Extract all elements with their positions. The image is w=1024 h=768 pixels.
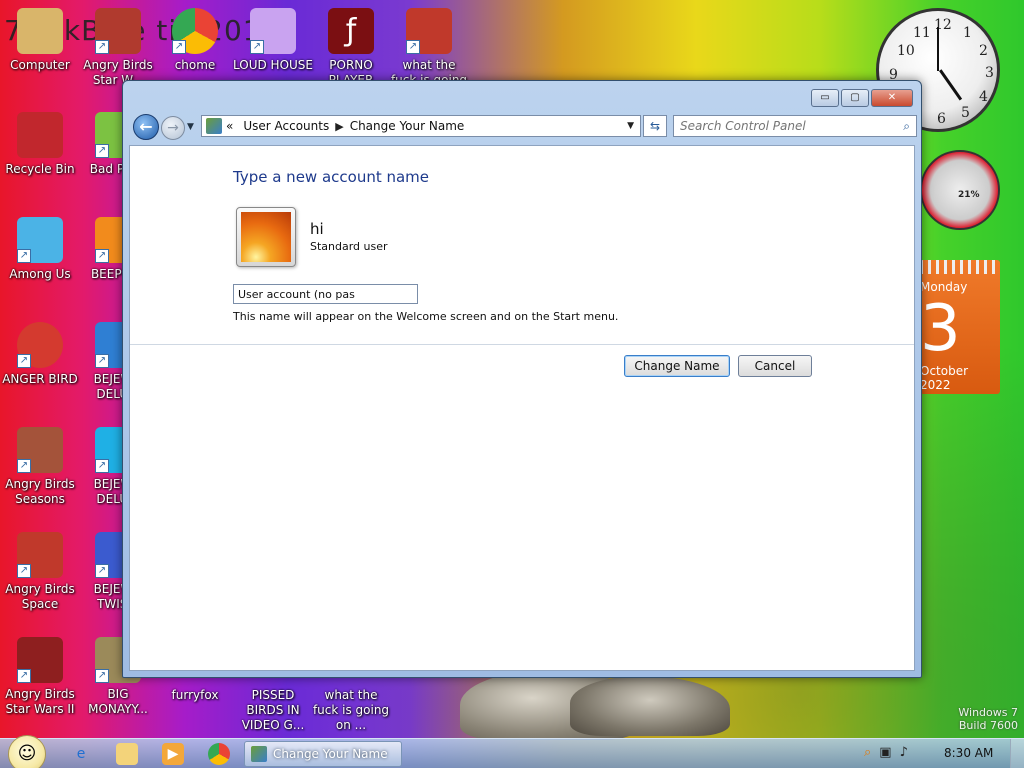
- start-button[interactable]: ☺: [8, 735, 46, 768]
- breadcrumb-separator-icon[interactable]: ▶: [335, 120, 343, 133]
- back-button[interactable]: ←: [133, 114, 159, 140]
- flash-player-icon: ƒ: [328, 8, 374, 54]
- angry-birds-space-icon: ↗: [17, 532, 63, 578]
- windows-version-watermark: Windows 7 Build 7600: [958, 706, 1018, 732]
- among-us-icon: ↗: [17, 217, 63, 263]
- breadcrumb-change-your-name[interactable]: Change Your Name: [350, 119, 465, 133]
- desktop-icon-recycle-bin[interactable]: Recycle Bin: [0, 112, 80, 177]
- volume-icon[interactable]: ♪: [900, 745, 908, 760]
- new-name-input[interactable]: [233, 284, 418, 304]
- navigation-bar: ← → ▼ « User Accounts ▶ Change Your Name…: [129, 113, 917, 140]
- desktop-icon-angry-birds-space[interactable]: ↗ Angry Birds Space: [0, 532, 80, 612]
- angry-birds-star-wars-icon: ↗: [95, 8, 141, 54]
- show-desktop-button[interactable]: [1010, 739, 1024, 768]
- computer-icon: [17, 8, 63, 54]
- search-icon[interactable]: ⌕: [903, 119, 910, 134]
- arrow-right-icon: →: [167, 120, 179, 136]
- clock-hour-hand: [939, 69, 963, 101]
- name-hint: This name will appear on the Welcome scr…: [233, 310, 619, 323]
- smiley-icon: ☺: [17, 743, 37, 764]
- desktop-icon-angry-birds-seasons[interactable]: ↗ Angry Birds Seasons: [0, 427, 80, 507]
- loud-house-icon: ↗: [250, 8, 296, 54]
- angry-birds-seasons-icon: ↗: [17, 427, 63, 473]
- content-pane: Type a new account name hi Standard user…: [129, 145, 915, 671]
- taskbar-item-change-your-name[interactable]: Change Your Name: [244, 741, 402, 767]
- divider: [130, 344, 914, 345]
- media-player-icon[interactable]: ▶: [162, 743, 184, 765]
- internet-explorer-icon[interactable]: e: [70, 743, 92, 765]
- refresh-icon: ⇆: [649, 119, 661, 133]
- refresh-button[interactable]: ⇆: [643, 115, 667, 137]
- forward-button[interactable]: →: [161, 116, 185, 140]
- cpu-meter-gadget[interactable]: 21%: [920, 150, 1000, 230]
- taskbar: ☺ e ▶ Change Your Name ⌕ ▣ ♪ 8:30 AM: [0, 735, 1024, 768]
- control-panel-window[interactable]: ▭ ▢ ✕ ← → ▼ « User Accounts ▶ Change You…: [122, 80, 922, 678]
- cancel-button[interactable]: Cancel: [738, 355, 812, 377]
- clock-minute-hand: [937, 27, 939, 71]
- clock-time[interactable]: 8:30 AM: [944, 746, 993, 760]
- desktop-icon-loud-house[interactable]: ↗ LOUD HOUSE: [233, 8, 313, 73]
- desktop-icon-pissed-birds[interactable]: PISSED BIRDS IN VIDEO G...: [233, 688, 313, 733]
- angry-birds-space-icon: ↗: [406, 8, 452, 54]
- address-bar[interactable]: « User Accounts ▶ Change Your Name ▼: [201, 115, 641, 137]
- close-button[interactable]: ✕: [871, 89, 913, 107]
- user-avatar: [236, 207, 296, 267]
- control-panel-icon: [251, 746, 267, 762]
- desktop-icon-among-us[interactable]: ↗ Among Us: [0, 217, 80, 282]
- control-panel-icon: [206, 118, 222, 134]
- search-box[interactable]: ⌕: [673, 115, 917, 137]
- desktop-icon-computer[interactable]: Computer: [0, 8, 80, 73]
- recycle-bin-icon: [17, 112, 63, 158]
- search-input[interactable]: [674, 116, 884, 136]
- desktop-icon-porno-player[interactable]: ƒ PORNO PLAYER: [311, 8, 391, 88]
- user-name: hi: [310, 220, 324, 238]
- desktop-icon-chome[interactable]: ↗ chome: [155, 8, 235, 73]
- search-tray-icon[interactable]: ⌕: [864, 745, 871, 760]
- desktop-icon-what-the-fuck-2[interactable]: what the fuck is going on ...: [311, 688, 391, 733]
- history-dropdown-icon[interactable]: ▼: [187, 122, 194, 132]
- flower-picture-icon: [241, 212, 291, 262]
- desktop-icon-anger-bird[interactable]: ↗ ANGER BIRD: [0, 322, 80, 387]
- desktop-icon-furryfox[interactable]: furryfox: [155, 688, 235, 703]
- user-type: Standard user: [310, 240, 388, 253]
- desktop-icon-angry-birds-star-wars-ii[interactable]: ↗ Angry Birds Star Wars II: [0, 637, 80, 717]
- change-name-button[interactable]: Change Name: [624, 355, 730, 377]
- breadcrumb-user-accounts[interactable]: User Accounts: [243, 119, 329, 133]
- folder-icon[interactable]: [116, 743, 138, 765]
- page-title: Type a new account name: [233, 168, 430, 186]
- arrow-left-icon: ←: [139, 117, 153, 136]
- desktop-icon-angry-birds-star-wars[interactable]: ↗ Angry Birds Star W...: [78, 8, 158, 88]
- maximize-button[interactable]: ▢: [841, 89, 869, 107]
- window-controls: ▭ ▢ ✕: [811, 89, 913, 107]
- calendar-gadget[interactable]: Monday 3 October 2022: [920, 260, 1000, 394]
- system-tray: ⌕ ▣ ♪: [864, 745, 908, 760]
- network-icon[interactable]: ▣: [879, 745, 891, 760]
- angry-bird-icon: ↗: [17, 322, 63, 368]
- minimize-button[interactable]: ▭: [811, 89, 839, 107]
- chrome-taskbar-icon[interactable]: [208, 743, 230, 765]
- breadcrumb-overflow[interactable]: «: [226, 119, 233, 133]
- address-dropdown-icon[interactable]: ▼: [627, 121, 634, 131]
- angry-birds-star-wars-ii-icon: ↗: [17, 637, 63, 683]
- chrome-icon: ↗: [172, 8, 218, 54]
